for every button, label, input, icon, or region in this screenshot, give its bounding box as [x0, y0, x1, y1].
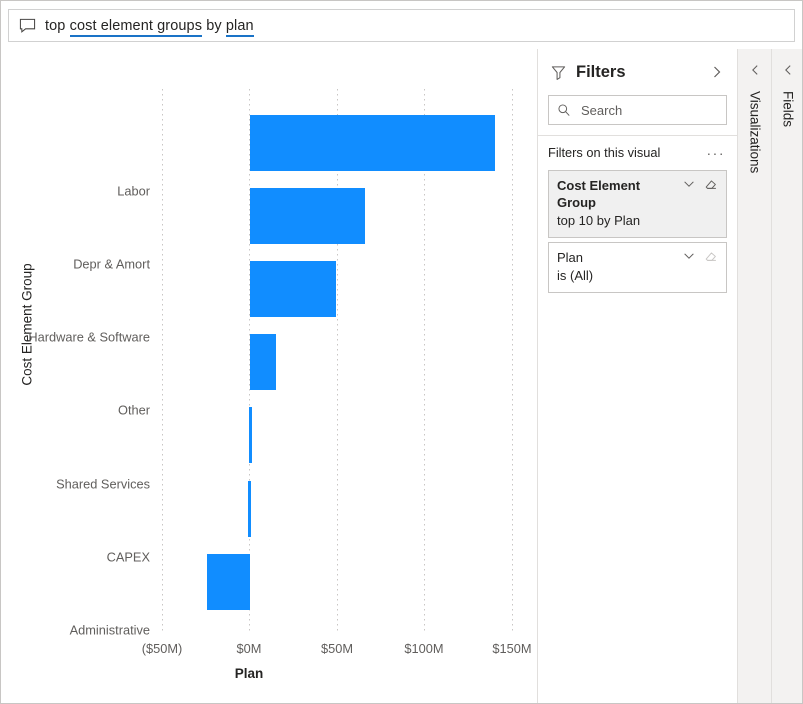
- x-axis-title: Plan: [235, 666, 264, 681]
- filter-card-condition: top 10 by Plan: [557, 212, 718, 230]
- filter-card-header: Plan: [557, 249, 718, 266]
- chevron-right-icon[interactable]: [709, 64, 725, 80]
- visualizations-pane-title: Visualizations: [747, 91, 762, 173]
- visualizations-pane-collapsed[interactable]: Visualizations: [737, 49, 771, 704]
- gridline: [512, 89, 513, 634]
- bar-labor[interactable]: [250, 115, 495, 171]
- chevron-down-icon[interactable]: [682, 249, 696, 263]
- gridline: [162, 89, 163, 634]
- filters-pane-header: Filters: [538, 49, 737, 95]
- bar-other[interactable]: [250, 334, 276, 390]
- qna-token-2: by: [202, 18, 226, 34]
- qna-token-3[interactable]: plan: [226, 18, 254, 37]
- filters-search-wrap: [538, 95, 737, 125]
- filters-pane: Filters Filters on this visual ··· Cost …: [537, 49, 737, 704]
- qna-question-text: top cost element groups by plan: [45, 18, 254, 34]
- filters-on-visual-label: Filters on this visual: [548, 145, 707, 160]
- filters-search-box[interactable]: [548, 95, 727, 125]
- qna-token-0: top: [45, 18, 70, 34]
- fields-pane-title: Fields: [780, 91, 795, 127]
- eraser-icon[interactable]: [704, 177, 718, 191]
- eraser-icon[interactable]: [704, 249, 718, 263]
- more-options-icon[interactable]: ···: [707, 149, 726, 157]
- speech-bubble-icon: [19, 17, 36, 34]
- chevron-down-icon[interactable]: [682, 177, 696, 191]
- qna-question-bar[interactable]: top cost element groups by plan: [8, 9, 795, 42]
- bar-administrative[interactable]: [207, 554, 250, 610]
- filter-card-plan[interactable]: Plan is (All): [548, 242, 727, 293]
- plot-area: [2, 89, 536, 634]
- filter-card-cost-element-group[interactable]: Cost Element Group top 10 by Plan: [548, 170, 727, 238]
- filters-on-visual-row: Filters on this visual ···: [538, 136, 737, 166]
- bar-capex[interactable]: [248, 481, 251, 537]
- x-axis-tick-label: $100M: [404, 641, 443, 656]
- x-axis-tick-label: $150M: [492, 641, 531, 656]
- search-icon: [557, 103, 571, 117]
- chevron-left-icon[interactable]: [748, 63, 762, 77]
- filters-pane-title: Filters: [576, 63, 709, 82]
- powerbi-report-window: top cost element groups by plan Cost Ele…: [0, 0, 803, 704]
- x-axis-tick-label: $50M: [321, 641, 353, 656]
- chevron-left-icon[interactable]: [781, 63, 795, 77]
- funnel-icon: [550, 64, 567, 81]
- x-axis-tick-label: $0M: [237, 641, 262, 656]
- filter-card-field-name: Plan: [557, 249, 682, 266]
- fields-pane-collapsed[interactable]: Fields: [771, 49, 803, 704]
- bar-hardware-software[interactable]: [250, 261, 336, 317]
- bar-shared-services[interactable]: [249, 407, 252, 463]
- filter-card-condition: is (All): [557, 267, 718, 285]
- filter-card-field-name: Cost Element Group: [557, 177, 682, 211]
- report-canvas: Cost Element Group Labor Depr & Amort Ha…: [2, 49, 536, 703]
- search-input[interactable]: [579, 102, 726, 119]
- qna-token-1[interactable]: cost element groups: [70, 18, 202, 37]
- bar-depr-amort[interactable]: [250, 188, 365, 244]
- x-axis-tick-label: ($50M): [142, 641, 183, 656]
- filter-card-header: Cost Element Group: [557, 177, 718, 211]
